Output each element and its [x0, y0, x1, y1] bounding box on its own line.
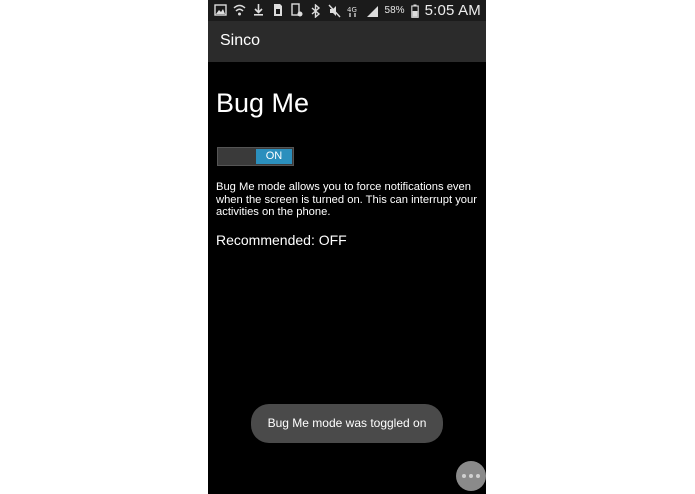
recommended-setting: Recommended: OFF: [216, 232, 347, 248]
status-bar-right: 4G 58% 5:05 AM: [309, 2, 481, 19]
mute-icon: [328, 4, 341, 18]
page-title: Bug Me: [216, 88, 310, 118]
more-icon[interactable]: [456, 461, 486, 491]
sim-icon: [271, 3, 284, 17]
action-bar: Sinco: [208, 21, 486, 62]
status-bar: 4G 58% 5:05 AM: [208, 0, 486, 21]
app-title: Sinco: [220, 32, 261, 49]
more-dot: [469, 474, 473, 478]
svg-text:4G: 4G: [347, 6, 357, 14]
toggle-thumb-on[interactable]: ON: [256, 149, 292, 164]
device-icon: [290, 3, 303, 17]
toast-message: Bug Me mode was toggled on: [251, 404, 443, 443]
battery-icon: [410, 4, 419, 18]
screenshot-stage: 4G 58% 5:05 AM Sinco Bug Me ON Bug Me mo…: [0, 0, 695, 494]
more-dot: [462, 474, 466, 478]
bluetooth-icon: [309, 3, 322, 18]
phone-screen: 4G 58% 5:05 AM Sinco Bug Me ON Bug Me mo…: [208, 0, 486, 494]
bug-me-toggle[interactable]: ON: [217, 147, 294, 166]
signal-bars-icon: [366, 4, 379, 18]
gallery-icon: [214, 3, 227, 17]
status-bar-left: [214, 3, 303, 17]
wifi-icon: [233, 3, 246, 17]
download-icon: [252, 3, 265, 17]
bug-me-description: Bug Me mode allows you to force notifica…: [216, 181, 477, 219]
more-dot: [476, 474, 480, 478]
battery-percent: 58%: [384, 5, 405, 16]
status-clock: 5:05 AM: [424, 2, 481, 19]
signal-4g-icon: 4G: [347, 4, 360, 18]
